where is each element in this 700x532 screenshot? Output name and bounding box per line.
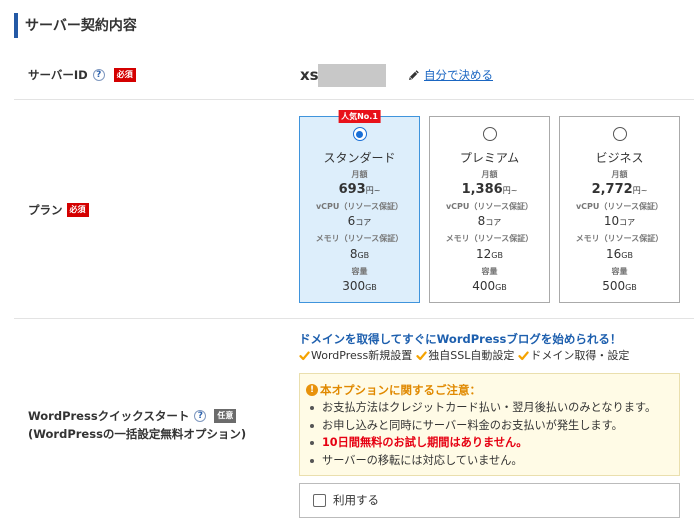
memory-spec: 16GB (560, 246, 679, 264)
feature-item: 独自SSL自動設定 (416, 348, 514, 364)
use-option-field[interactable]: 利用する (299, 483, 680, 518)
check-icon (518, 351, 530, 361)
cpu-label: vCPU（リソース保証） (315, 202, 404, 211)
storage-spec: 500GB (560, 278, 679, 296)
plan-price: 2,772円~ (560, 181, 679, 199)
cpu-unit: コア (619, 218, 636, 227)
wp-quickstart-label: WordPressクイックスタート (28, 409, 190, 423)
notice-list: お支払方法はクレジットカード払い・翌月後払いのみとなります。 お申し込みと同時に… (300, 399, 656, 470)
memory-value: 16 (606, 247, 622, 261)
notice-title: 本オプションに関するご注意： (320, 383, 481, 397)
storage-unit: GB (625, 283, 637, 292)
price-unit: 円~ (365, 186, 381, 195)
server-id-redacted-value (318, 64, 386, 87)
cpu-unit: コア (485, 218, 502, 227)
alert-icon (306, 384, 318, 396)
plan-name: プレミアム (459, 151, 520, 165)
price-label: 月額 (611, 170, 628, 179)
server-id-label-group: サーバーID 必須 (28, 67, 136, 83)
cpu-spec: 8コア (430, 213, 549, 231)
notice-item: お申し込みと同時にサーバー料金のお支払いが発生します。 (300, 417, 656, 435)
storage-unit: GB (495, 283, 507, 292)
section-accent-bar (14, 13, 18, 38)
plan-price: 693円~ (300, 181, 419, 199)
storage-unit: GB (365, 283, 377, 292)
row-divider (14, 318, 694, 319)
plan-card-business[interactable]: ビジネス 月額 2,772円~ vCPU（リソース保証） 10コア メモリ（リソ… (559, 116, 680, 303)
use-checkbox-label[interactable]: 利用する (333, 492, 379, 508)
wp-quickstart-label-group: WordPressクイックスタート 任意 (28, 408, 237, 424)
notice-item: お支払方法はクレジットカード払い・翌月後払いのみとなります。 (300, 399, 656, 417)
section-title: サーバー契約内容 (25, 18, 137, 34)
feature-text: WordPress新規設置 (311, 349, 413, 362)
cpu-value: 10 (603, 214, 620, 228)
memory-unit: GB (357, 251, 370, 260)
wp-quickstart-headline: ドメインを取得してすぐにWordPressブログを始められる！ (299, 332, 622, 346)
memory-label: メモリ（リソース保証） (575, 234, 664, 243)
choose-server-id-link[interactable]: 自分で決める (424, 67, 493, 83)
row-divider (14, 99, 694, 100)
plan-card-standard[interactable]: 人気No.1 スタンダード 月額 693円~ vCPU（リソース保証） 6コア … (299, 110, 420, 303)
price-value: 693 (338, 182, 366, 197)
notice-item: サーバーの移転には対応していません。 (300, 452, 656, 470)
pencil-icon[interactable] (408, 69, 420, 81)
storage-spec: 400GB (430, 278, 549, 296)
storage-value: 500 (602, 279, 626, 293)
help-icon[interactable] (194, 410, 207, 422)
cpu-label: vCPU（リソース保証） (445, 202, 534, 211)
memory-label: メモリ（リソース保証） (445, 234, 534, 243)
feature-text: 独自SSL自動設定 (428, 349, 515, 362)
server-id-label: サーバーID (28, 68, 88, 82)
memory-unit: GB (621, 251, 633, 260)
plan-name: スタンダード (323, 151, 396, 165)
memory-spec: 8GB (300, 246, 419, 264)
check-icon (299, 351, 310, 361)
price-value: 1,386 (461, 182, 503, 197)
price-unit: 円~ (632, 186, 648, 195)
plan-radio-icon[interactable] (612, 127, 627, 141)
cpu-unit: コア (355, 218, 372, 227)
cpu-label: vCPU（リソース保証） (575, 202, 664, 211)
price-value: 2,772 (591, 182, 633, 197)
wp-quickstart-sublabel: (WordPressの一括設定無料オプション) (28, 427, 247, 441)
memory-label: メモリ（リソース保証） (315, 234, 404, 243)
option-notice-box: 本オプションに関するご注意： お支払方法はクレジットカード払い・翌月後払いのみと… (299, 373, 680, 476)
required-badge: 必須 (66, 203, 89, 217)
use-checkbox[interactable] (313, 494, 326, 507)
storage-value: 400 (472, 279, 496, 293)
memory-spec: 12GB (430, 246, 549, 264)
price-label: 月額 (351, 170, 368, 179)
plan-label-group: プラン 必須 (28, 202, 89, 218)
plan-radio-icon[interactable] (352, 127, 367, 141)
price-label: 月額 (481, 170, 498, 179)
notice-item: 10日間無料のお試し期間はありません。 (300, 434, 656, 452)
popular-badge: 人気No.1 (338, 110, 381, 123)
plan-card-premium[interactable]: プレミアム 月額 1,386円~ vCPU（リソース保証） 8コア メモリ（リソ… (429, 116, 550, 303)
cpu-spec: 6コア (300, 213, 419, 231)
plan-price: 1,386円~ (430, 181, 549, 199)
wp-feature-list: WordPress新規設置 独自SSL自動設定 ドメイン取得・設定 (299, 348, 633, 364)
feature-text: ドメイン取得・設定 (530, 349, 630, 362)
server-id-prefix: xs (300, 66, 319, 84)
feature-item: ドメイン取得・設定 (518, 348, 629, 364)
memory-unit: GB (491, 251, 503, 260)
storage-label: 容量 (351, 267, 368, 276)
plan-label: プラン (28, 203, 63, 217)
help-icon[interactable] (92, 69, 105, 81)
storage-value: 300 (342, 279, 366, 293)
required-badge: 必須 (113, 68, 136, 82)
price-unit: 円~ (502, 186, 518, 195)
check-icon (416, 351, 427, 361)
optional-badge: 任意 (214, 409, 237, 423)
storage-spec: 300GB (300, 278, 419, 296)
cpu-spec: 10コア (560, 213, 679, 231)
plan-name: ビジネス (595, 151, 644, 165)
storage-label: 容量 (611, 267, 628, 276)
storage-label: 容量 (481, 267, 498, 276)
feature-item: WordPress新規設置 (299, 348, 412, 364)
plan-radio-icon[interactable] (482, 127, 497, 141)
memory-value: 12 (476, 247, 492, 261)
